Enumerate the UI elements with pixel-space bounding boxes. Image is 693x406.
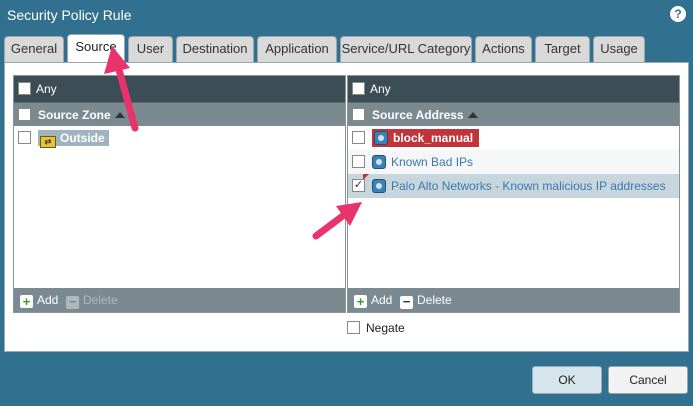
plus-icon: + [20, 295, 33, 308]
negate-label: Negate [366, 321, 405, 335]
address-pan-malicious-ips[interactable]: Palo Alto Networks - Known malicious IP … [372, 178, 666, 194]
list-item: block_manual [348, 126, 679, 150]
zone-label: Outside [60, 131, 105, 145]
sort-ascending-icon [467, 112, 478, 118]
external-list-icon [372, 179, 386, 193]
add-label: Add [37, 293, 59, 307]
source-address-item-checkbox[interactable] [352, 131, 365, 144]
source-address-delete-button[interactable]: − Delete [400, 292, 452, 309]
source-address-add-button[interactable]: + Add [354, 292, 392, 308]
source-address-any-checkbox[interactable] [352, 82, 365, 95]
source-zone-select-all-checkbox[interactable] [18, 108, 31, 121]
tab-actions[interactable]: Actions [475, 36, 532, 62]
source-address-any-row: Any [348, 76, 679, 102]
address-known-bad-ips[interactable]: Known Bad IPs [372, 154, 473, 170]
negate-option[interactable]: Negate [347, 321, 405, 335]
list-item: ⇄ Outside [14, 126, 345, 150]
ok-button[interactable]: OK [532, 366, 602, 394]
source-zone-any-row: Any [14, 76, 345, 102]
address-group-icon [374, 131, 388, 145]
minus-icon: − [400, 295, 413, 309]
source-zone-footer: + Add − Delete [14, 288, 345, 312]
source-address-item-checkbox[interactable] [352, 179, 365, 192]
add-label: Add [371, 293, 393, 307]
source-zone-delete-button[interactable]: − Delete [66, 292, 118, 309]
minus-icon: − [66, 295, 79, 309]
source-address-column-header[interactable]: Source Address [372, 108, 478, 122]
source-zone-item-checkbox[interactable] [18, 131, 31, 144]
address-tag-block-manual[interactable]: block_manual [372, 129, 480, 147]
title-bar: Security Policy Rule ? [0, 0, 693, 32]
external-list-icon [372, 155, 386, 169]
source-address-select-all-checkbox[interactable] [352, 108, 365, 121]
security-policy-rule-dialog: Security Policy Rule ? General Source Us… [0, 0, 693, 406]
source-address-header: Source Address [348, 102, 679, 126]
negate-checkbox[interactable] [347, 321, 360, 334]
source-address-footer: + Add − Delete [348, 288, 679, 312]
source-zone-any-label: Any [36, 82, 57, 96]
tab-application[interactable]: Application [257, 36, 337, 62]
tab-general[interactable]: General [4, 36, 64, 62]
source-zone-any-checkbox[interactable] [18, 82, 31, 95]
zone-icon: ⇄ [40, 136, 56, 148]
list-item: Known Bad IPs [348, 150, 679, 174]
source-zone-list: Any Source Zone ⇄ Outside + Add − Delete [13, 75, 346, 313]
dialog-title: Security Policy Rule [7, 7, 132, 23]
address-label: Palo Alto Networks - Known malicious IP … [391, 179, 666, 193]
address-label: block_manual [393, 131, 474, 145]
cancel-button[interactable]: Cancel [608, 366, 688, 394]
delete-label: Delete [417, 293, 452, 307]
source-address-item-checkbox[interactable] [352, 155, 365, 168]
source-address-header-label: Source Address [372, 108, 464, 122]
address-label: Known Bad IPs [391, 155, 474, 169]
annotation-arrow-source-tab [104, 46, 139, 132]
tab-target[interactable]: Target [535, 36, 590, 62]
source-address-list: Any Source Address block_manual Known Ba… [347, 75, 680, 313]
source-zone-add-button[interactable]: + Add [20, 292, 58, 308]
source-zone-header: Source Zone [14, 102, 345, 126]
list-item: Palo Alto Networks - Known malicious IP … [348, 174, 679, 198]
tab-service-url-category[interactable]: Service/URL Category [340, 36, 472, 62]
annotation-arrow-address-item [312, 202, 362, 240]
tab-destination[interactable]: Destination [176, 36, 254, 62]
tab-usage[interactable]: Usage [593, 36, 645, 62]
plus-icon: + [354, 295, 367, 308]
delete-label: Delete [83, 293, 118, 307]
zone-tag[interactable]: ⇄ Outside [38, 130, 109, 148]
source-address-any-label: Any [370, 82, 391, 96]
help-icon[interactable]: ? [670, 6, 686, 22]
